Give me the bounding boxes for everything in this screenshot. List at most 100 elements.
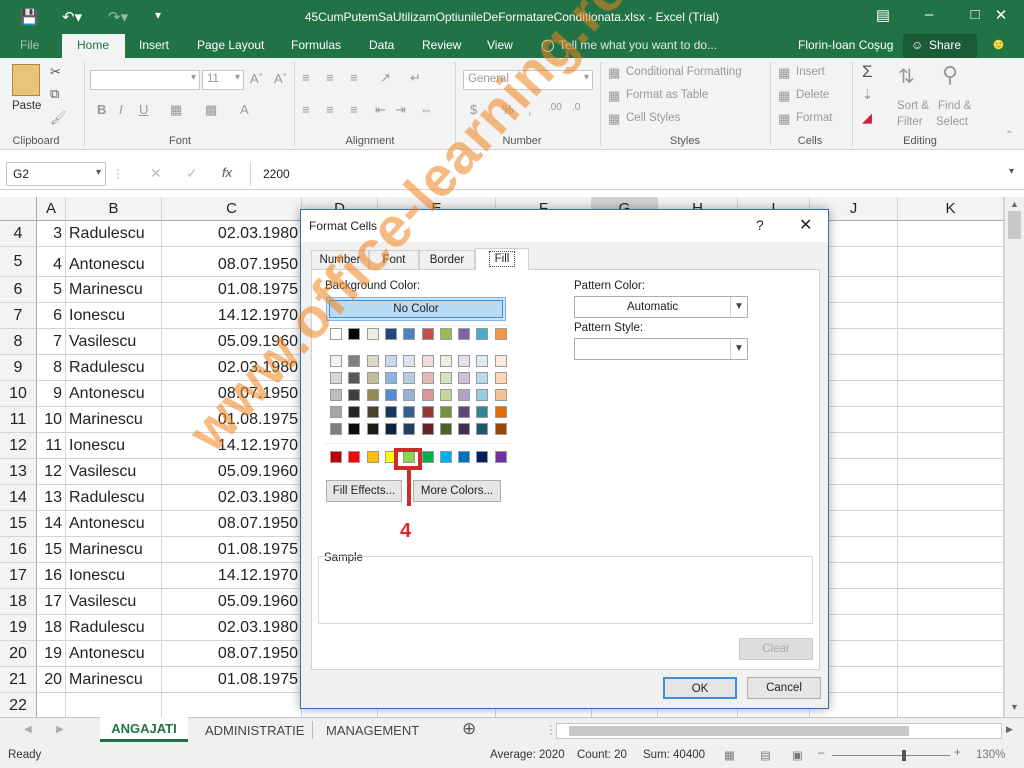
pattern-color-select[interactable]: Automatic ▼ xyxy=(574,296,748,318)
cell[interactable]: 14 xyxy=(37,511,66,537)
cell[interactable] xyxy=(898,381,1004,407)
cell[interactable] xyxy=(898,589,1004,615)
color-swatch-tint[interactable] xyxy=(494,389,507,401)
color-swatch-tint[interactable] xyxy=(439,355,452,367)
color-swatch-tint[interactable] xyxy=(494,372,507,384)
cell[interactable]: 05.09.1960 xyxy=(162,329,302,355)
scroll-tabs-left-icon[interactable]: ◀ xyxy=(24,724,32,735)
scroll-right-icon[interactable]: ▶ xyxy=(1006,724,1013,735)
color-swatch-tint[interactable] xyxy=(384,355,397,367)
increase-indent-icon[interactable]: ⇥ xyxy=(395,102,406,118)
cell[interactable] xyxy=(898,511,1004,537)
color-swatch-tint[interactable] xyxy=(421,355,434,367)
format-cells-button[interactable]: Format xyxy=(796,112,832,124)
decrease-indent-icon[interactable]: ⇤ xyxy=(375,102,386,118)
name-box-dropdown-icon[interactable]: ▾ xyxy=(96,167,101,178)
color-swatch-tint[interactable] xyxy=(384,406,397,418)
row-header[interactable]: 13 xyxy=(0,459,37,485)
column-header[interactable]: A xyxy=(37,197,66,221)
cell[interactable]: 02.03.1980 xyxy=(162,355,302,381)
underline-icon[interactable]: U xyxy=(139,102,148,117)
insert-function-icon[interactable]: fx xyxy=(222,165,232,180)
cell[interactable]: Marinescu xyxy=(66,667,162,693)
cell[interactable] xyxy=(898,667,1004,693)
paste-icon[interactable] xyxy=(12,64,40,96)
cell[interactable]: 08.07.1950 xyxy=(162,641,302,667)
color-swatch-tint[interactable] xyxy=(458,423,471,435)
row-header[interactable]: 15 xyxy=(0,511,37,537)
color-swatch-tint[interactable] xyxy=(384,389,397,401)
color-swatch-tint[interactable] xyxy=(421,372,434,384)
cell[interactable]: 6 xyxy=(37,303,66,329)
cell[interactable] xyxy=(37,693,66,717)
color-swatch-theme[interactable] xyxy=(366,328,379,340)
font-size-box[interactable]: 11 ▾ xyxy=(202,70,244,90)
color-swatch-theme[interactable] xyxy=(330,328,342,340)
formula-input[interactable]: 2200 xyxy=(250,162,1020,186)
dialog-help-button[interactable]: ? xyxy=(756,217,764,233)
cell[interactable]: 7 xyxy=(37,329,66,355)
sheet-tab-angajati[interactable]: ANGAJATI xyxy=(100,717,188,742)
cell[interactable]: 02.03.1980 xyxy=(162,485,302,511)
cancel-button[interactable]: Cancel xyxy=(747,677,821,699)
color-swatch-theme[interactable] xyxy=(421,328,434,340)
cell[interactable]: Vasilescu xyxy=(66,459,162,485)
color-swatch-tint[interactable] xyxy=(494,406,507,418)
autosum-icon[interactable]: Σ xyxy=(862,62,873,82)
color-swatch-tint[interactable] xyxy=(439,389,452,401)
align-middle-icon[interactable]: ≡ xyxy=(326,70,334,85)
zoom-in-icon[interactable]: + xyxy=(954,747,961,759)
cell[interactable]: 19 xyxy=(37,641,66,667)
smiley-feedback-icon[interactable]: ☻ xyxy=(990,36,1007,54)
row-header[interactable]: 7 xyxy=(0,303,37,329)
insert-cells-button[interactable]: Insert xyxy=(796,66,825,78)
center-icon[interactable]: ≡ xyxy=(326,102,334,117)
cell[interactable] xyxy=(898,537,1004,563)
cell[interactable]: Marinescu xyxy=(66,407,162,433)
clear-button[interactable]: Clear xyxy=(739,638,813,660)
cell[interactable]: 10 xyxy=(37,407,66,433)
cell[interactable]: 01.08.1975 xyxy=(162,537,302,563)
color-swatch-tint[interactable] xyxy=(384,372,397,384)
cell[interactable]: 05.09.1960 xyxy=(162,589,302,615)
increase-font-icon[interactable]: Aˆ xyxy=(250,71,263,86)
cell[interactable]: Ionescu xyxy=(66,303,162,329)
cell[interactable]: Marinescu xyxy=(66,537,162,563)
color-swatch-theme[interactable] xyxy=(384,328,397,340)
expand-formula-bar-icon[interactable]: ▾ xyxy=(1009,166,1014,177)
color-swatch-theme[interactable] xyxy=(348,328,361,340)
cell-styles-button[interactable]: Cell Styles xyxy=(626,112,680,124)
cell[interactable]: 3 xyxy=(37,221,66,247)
color-swatch-tint[interactable] xyxy=(366,389,379,401)
color-swatch-tint[interactable] xyxy=(476,355,489,367)
page-layout-view-icon[interactable]: ▤ xyxy=(760,748,771,762)
color-swatch-tint[interactable] xyxy=(476,372,489,384)
cell[interactable] xyxy=(898,615,1004,641)
sheet-tab-administratie[interactable]: ADMINISTRATIE xyxy=(205,723,304,738)
row-header[interactable]: 22 xyxy=(0,693,37,717)
copy-icon[interactable]: ⧉ xyxy=(50,86,59,102)
row-header[interactable]: 17 xyxy=(0,563,37,589)
cell[interactable]: 01.08.1975 xyxy=(162,407,302,433)
name-box[interactable]: G2 ▾ xyxy=(6,162,106,186)
color-swatch-tint[interactable] xyxy=(458,389,471,401)
cell[interactable]: 08.07.1950 xyxy=(162,247,302,277)
color-swatch-tint[interactable] xyxy=(439,372,452,384)
row-header[interactable]: 19 xyxy=(0,615,37,641)
cell[interactable]: 20 xyxy=(37,667,66,693)
cell[interactable] xyxy=(898,693,1004,717)
vertical-scroll-thumb[interactable] xyxy=(1008,211,1021,239)
merge-center-icon[interactable]: ⇔ xyxy=(420,102,433,117)
color-swatch-theme[interactable] xyxy=(494,328,507,340)
tell-me-search[interactable]: Tell me what you want to do... xyxy=(559,38,717,52)
collapse-ribbon-icon[interactable]: ⌃ xyxy=(1005,130,1013,141)
pattern-style-select[interactable]: ▼ xyxy=(574,338,748,360)
fill-color-icon[interactable]: ▩ xyxy=(205,102,217,118)
cell[interactable]: 14.12.1970 xyxy=(162,563,302,589)
ribbon-display-options-icon[interactable]: ▤ xyxy=(860,6,906,24)
color-swatch-tint[interactable] xyxy=(458,372,471,384)
cell[interactable]: Radulescu xyxy=(66,615,162,641)
zoom-level[interactable]: 130% xyxy=(976,749,1005,761)
tab-file[interactable]: File xyxy=(20,38,39,52)
cell[interactable]: Antonescu xyxy=(66,247,162,277)
